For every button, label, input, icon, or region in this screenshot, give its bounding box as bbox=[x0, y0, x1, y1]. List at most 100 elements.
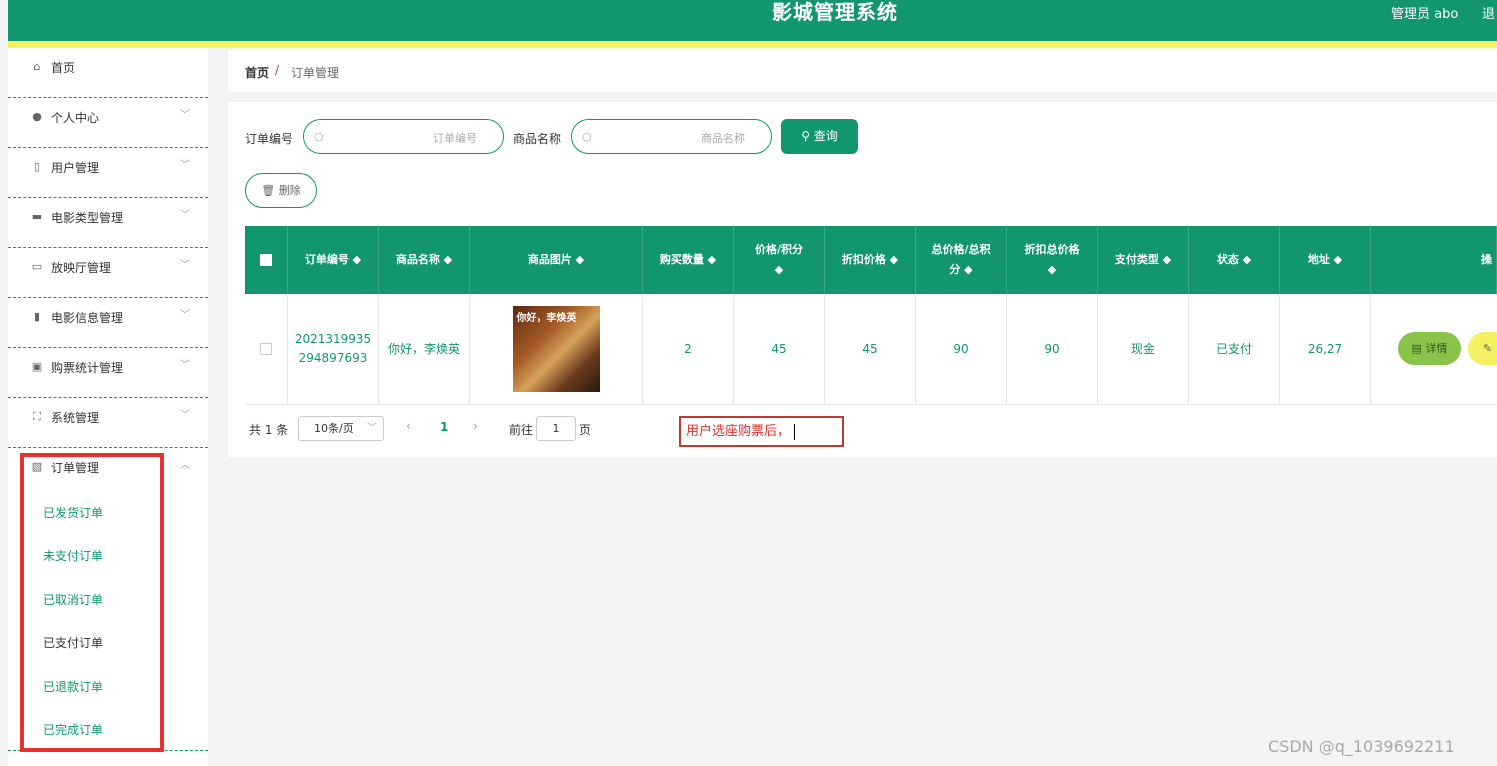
sidebar-item-label: 个人中心 bbox=[51, 111, 100, 125]
chevron-down-icon: ﹀ bbox=[180, 310, 190, 321]
table-cell-address: 26,27 bbox=[1280, 294, 1371, 405]
column-header-discount-total[interactable]: 折扣总价格 ◆ bbox=[1007, 226, 1098, 294]
sidebar-item-ticket-stats[interactable]: ▣ 购票统计管理 ﹀ bbox=[8, 348, 208, 398]
order-no-label: 订单编号 bbox=[245, 132, 294, 146]
page-size-value: 10条/页 bbox=[314, 422, 354, 435]
sidebar-item-hall[interactable]: ▭ 放映厅管理 ﹀ bbox=[8, 248, 208, 298]
query-button-label: 查询 bbox=[813, 129, 838, 143]
chevron-down-icon: ﹀ bbox=[180, 110, 190, 121]
detail-button-label: 详情 bbox=[1425, 342, 1448, 355]
sidebar-item-label: 电影类型管理 bbox=[51, 211, 124, 225]
column-header-order-no[interactable]: 订单编号 ◆ bbox=[288, 226, 379, 294]
prev-page-button[interactable]: ‹ bbox=[406, 419, 411, 433]
column-header-product-name[interactable]: 商品名称 ◆ bbox=[379, 226, 470, 294]
search-icon: ○ bbox=[582, 130, 592, 143]
table-cell-discount-total: 90 bbox=[1007, 294, 1098, 405]
breadcrumb-home[interactable]: 首页 bbox=[245, 64, 269, 81]
goto-label: 前往 bbox=[509, 423, 534, 437]
books-icon: ▮ bbox=[33, 310, 41, 323]
message-icon: ▭ bbox=[31, 260, 43, 273]
delete-button-label: 删除 bbox=[278, 184, 301, 197]
column-header-actions: 操 bbox=[1371, 226, 1497, 294]
breadcrumb-separator: / bbox=[275, 63, 280, 77]
breadcrumb: 首页 / 订单管理 bbox=[228, 50, 1497, 92]
row-checkbox[interactable] bbox=[260, 343, 272, 355]
order-no-input[interactable]: ○ 订单编号 bbox=[303, 119, 504, 154]
column-header-quantity[interactable]: 购买数量 ◆ bbox=[643, 226, 734, 294]
column-header-label: 价格/积分 bbox=[754, 243, 804, 256]
product-name-placeholder: 商品名称 bbox=[701, 132, 745, 145]
next-page-button[interactable]: › bbox=[473, 419, 478, 433]
top-bar bbox=[8, 0, 1497, 41]
column-header-status[interactable]: 状态 ◆ bbox=[1189, 226, 1280, 294]
sidebar-item-movie-type[interactable]: ▬ 电影类型管理 ﹀ bbox=[8, 198, 208, 248]
column-header-total-price[interactable]: 总价格/总积 分 ◆ bbox=[916, 226, 1007, 294]
sort-icon: ◆ bbox=[1238, 253, 1252, 266]
sidebar-item-movie-info[interactable]: ▮ 电影信息管理 ﹀ bbox=[8, 298, 208, 348]
sidebar-item-label: 系统管理 bbox=[51, 411, 100, 425]
table-cell-pay-type: 现金 bbox=[1098, 294, 1189, 405]
search-icon: ○ bbox=[314, 130, 324, 143]
annotation-text: 用户选座购票后， bbox=[686, 424, 791, 439]
page-suffix: 页 bbox=[579, 423, 592, 437]
app-title: 影城管理系统 bbox=[772, 0, 898, 24]
column-header-label: 分 ◆ bbox=[949, 263, 973, 276]
column-header-discount-price[interactable]: 折扣价格 ◆ bbox=[825, 226, 916, 294]
table-cell-quantity: 2 bbox=[643, 294, 734, 405]
admin-label: 管理员 abo bbox=[1391, 7, 1459, 22]
column-header-address[interactable]: 地址 ◆ bbox=[1280, 226, 1371, 294]
table-row-select-cell bbox=[245, 294, 288, 405]
product-name-input[interactable]: ○ 商品名称 bbox=[571, 119, 772, 154]
column-header-label: 地址 bbox=[1307, 253, 1330, 266]
select-all-checkbox[interactable] bbox=[260, 254, 272, 266]
goto-page-input[interactable]: 1 bbox=[536, 416, 576, 441]
top-bar-stripe bbox=[8, 41, 1497, 48]
table-cell-product-name: 你好，李焕英 bbox=[379, 294, 470, 405]
user-icon: ● bbox=[32, 110, 42, 123]
column-header-price[interactable]: 价格/积分 ◆ bbox=[734, 226, 825, 294]
sidebar-item-personal-center[interactable]: ● 个人中心 ﹀ bbox=[8, 98, 208, 148]
column-header-label: 折扣总价格 bbox=[1024, 243, 1080, 256]
column-header-label: 购买数量 bbox=[659, 253, 704, 266]
detail-button[interactable]: ▤ 详情 bbox=[1398, 332, 1461, 365]
printer-icon: ▬ bbox=[31, 210, 43, 223]
home-icon: ⌂ bbox=[33, 60, 41, 73]
table-cell-price: 45 bbox=[734, 294, 825, 405]
sidebar-item-user-management[interactable]: ▯ 用户管理 ﹀ bbox=[8, 148, 208, 198]
chevron-up-icon: ︿ bbox=[180, 460, 190, 471]
query-button[interactable]: ⚲ 查询 bbox=[781, 119, 858, 154]
sidebar-item-system[interactable]: ⛶ 系统管理 ﹀ bbox=[8, 398, 208, 448]
delete-button[interactable]: 🗑︎ 删除 bbox=[245, 173, 317, 208]
chevron-down-icon: ﹀ bbox=[180, 360, 190, 371]
table-cell-discount-price: 45 bbox=[825, 294, 916, 405]
chevron-down-icon: ﹀ bbox=[180, 160, 190, 171]
sort-icon: ◆ bbox=[348, 253, 362, 266]
sidebar-item-label: 首页 bbox=[51, 61, 76, 75]
column-header-label: 支付类型 bbox=[1114, 253, 1159, 266]
annotation-text-box[interactable]: 用户选座购票后， bbox=[679, 416, 844, 447]
sidebar-item-label: 放映厅管理 bbox=[51, 261, 112, 275]
sidebar-item-label: 用户管理 bbox=[51, 161, 100, 175]
highlight-box bbox=[20, 453, 164, 752]
trash-icon: 🗑︎ bbox=[261, 184, 279, 197]
column-header-pay-type[interactable]: 支付类型 ◆ bbox=[1098, 226, 1189, 294]
logout-link[interactable]: 退 bbox=[1482, 3, 1495, 22]
order-content-card: 订单编号 ○ 订单编号 商品名称 ○ 商品名称 ⚲ 查询 🗑︎ 删除 订单编号 … bbox=[228, 102, 1497, 457]
chevron-down-icon: ﹀ bbox=[180, 210, 190, 221]
column-header-product-image[interactable]: 商品图片 ◆ bbox=[470, 226, 643, 294]
table-cell-status: 已支付 bbox=[1189, 294, 1280, 405]
page-size-select[interactable]: 10条/页 ﹀ bbox=[298, 416, 384, 441]
microphone-icon: ▯ bbox=[33, 160, 41, 173]
page-number[interactable]: 1 bbox=[440, 420, 448, 434]
sort-icon: ◆ bbox=[1329, 253, 1343, 266]
product-name-label: 商品名称 bbox=[513, 132, 562, 146]
breadcrumb-current: 订单管理 bbox=[291, 66, 340, 80]
column-header-label: 状态 bbox=[1216, 253, 1239, 266]
table-cell-total-price: 90 bbox=[916, 294, 1007, 405]
column-header-label: 订单编号 bbox=[304, 253, 349, 266]
chevron-down-icon: ﹀ bbox=[180, 260, 190, 271]
column-header-label: 操 bbox=[1481, 253, 1492, 266]
sidebar-item-home[interactable]: ⌂ 首页 bbox=[8, 48, 208, 98]
sidebar-item-label: 购票统计管理 bbox=[51, 361, 124, 375]
edit-button[interactable]: ✎ bbox=[1468, 332, 1497, 365]
